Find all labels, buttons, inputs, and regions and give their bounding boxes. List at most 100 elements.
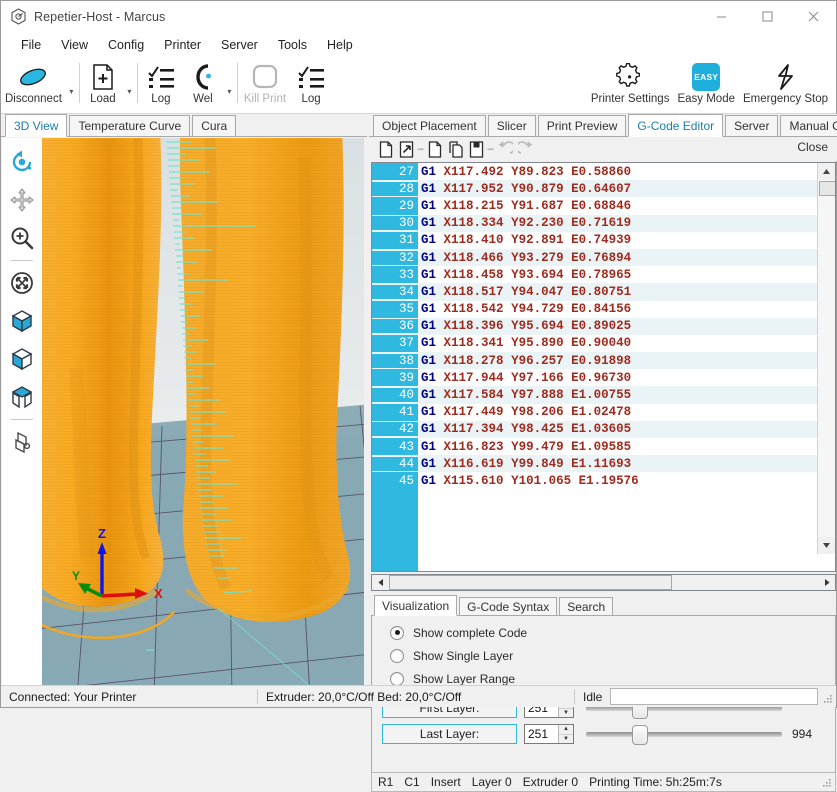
code-line[interactable]: 44G1 X116.619 Y99.849 E1.11693	[372, 455, 835, 472]
menu-item-view[interactable]: View	[51, 35, 98, 55]
undo-icon[interactable]	[494, 139, 515, 159]
printer-settings-button[interactable]: Printer Settings	[587, 57, 674, 110]
tab-object-placement[interactable]: Object Placement	[373, 115, 486, 136]
menu-item-server[interactable]: Server	[211, 35, 268, 55]
code-line[interactable]: 34G1 X118.517 Y94.047 E0.80751	[372, 283, 835, 300]
code-line[interactable]: 27G1 X117.492 Y89.823 E0.58860	[372, 163, 835, 180]
code-line[interactable]: 36G1 X118.396 Y95.694 E0.89025	[372, 318, 835, 335]
tab-slicer[interactable]: Slicer	[488, 115, 536, 136]
view-mode-solid-tool[interactable]	[5, 302, 39, 340]
code-line[interactable]: 40G1 X117.584 Y97.888 E1.00755	[372, 386, 835, 403]
radio-show-single-layer[interactable]: Show Single Layer	[372, 644, 835, 667]
log-button-1[interactable]: Log	[140, 57, 182, 110]
menu-item-help[interactable]: Help	[317, 35, 363, 55]
scroll-up-arrow[interactable]	[818, 163, 835, 180]
well-dropdown-arrow[interactable]: ▾	[224, 57, 235, 110]
tab-3d-view[interactable]: 3D View	[5, 114, 67, 137]
tab-print-preview[interactable]: Print Preview	[538, 115, 627, 136]
radio-show-complete-code[interactable]: Show complete Code	[372, 621, 835, 644]
tab-gcode-editor[interactable]: G-Code Editor	[628, 114, 723, 137]
code-line[interactable]: 38G1 X118.278 Y96.257 E0.91898	[372, 352, 835, 369]
last-layer-button[interactable]: Last Layer:	[382, 724, 517, 744]
copy-icon[interactable]	[445, 139, 466, 159]
menu-item-printer[interactable]: Printer	[154, 35, 211, 55]
code-lines-container[interactable]: 27G1 X117.492 Y89.823 E0.5886028G1 X117.…	[372, 163, 835, 571]
code-line[interactable]: 33G1 X118.458 Y93.694 E0.78965	[372, 266, 835, 283]
view-mode-transparent-tool[interactable]	[5, 423, 39, 461]
tab-search[interactable]: Search	[559, 597, 613, 616]
slider-thumb[interactable]	[632, 725, 648, 745]
easy-mode-button[interactable]: EASY Easy Mode	[673, 57, 739, 110]
menu-item-config[interactable]: Config	[98, 35, 154, 55]
code-line[interactable]: 31G1 X118.410 Y92.891 E0.74939	[372, 232, 835, 249]
redo-icon[interactable]	[515, 139, 536, 159]
fit-to-view-tool[interactable]	[5, 264, 39, 302]
scroll-right-arrow[interactable]	[819, 575, 835, 590]
emergency-stop-button[interactable]: Emergency Stop	[739, 57, 832, 110]
scroll-left-arrow[interactable]	[372, 575, 388, 590]
code-line[interactable]: 41G1 X117.449 Y98.206 E1.02478	[372, 404, 835, 421]
3d-viewport[interactable]: Z X Y	[42, 138, 364, 686]
rotate-view-tool[interactable]	[5, 143, 39, 181]
disconnect-dropdown-arrow[interactable]: ▾	[66, 57, 77, 110]
log-button-2[interactable]: Log	[290, 57, 332, 110]
menu-item-file[interactable]: File	[11, 35, 51, 55]
maximize-icon[interactable]	[744, 1, 790, 32]
open-external-icon[interactable]	[396, 139, 417, 159]
tab-temperature-curve[interactable]: Temperature Curve	[69, 115, 190, 136]
last-layer-spin-buttons[interactable]: ▲ ▼	[558, 725, 573, 743]
tab-visualization[interactable]: Visualization	[374, 595, 457, 616]
slider-track[interactable]	[586, 732, 782, 737]
tab-manual-control[interactable]: Manual Control	[780, 115, 837, 136]
last-layer-slider[interactable]	[586, 724, 782, 744]
code-line[interactable]: 30G1 X118.334 Y92.230 E0.71619	[372, 215, 835, 232]
load-dropdown-arrow[interactable]: ▾	[124, 57, 135, 110]
new-document-icon[interactable]	[424, 139, 445, 159]
last-layer-spin-up[interactable]: ▲	[559, 725, 573, 735]
code-line[interactable]: 35G1 X118.542 Y94.729 E0.84156	[372, 301, 835, 318]
new-file-icon[interactable]	[375, 139, 396, 159]
editor-horizontal-scrollbar[interactable]	[371, 574, 836, 591]
view-mode-edges-tool[interactable]	[5, 340, 39, 378]
code-line[interactable]: 37G1 X118.341 Y95.890 E0.90040	[372, 335, 835, 352]
hscrollbar-thumb[interactable]	[389, 575, 672, 590]
radio-button-indicator[interactable]	[390, 672, 404, 686]
resize-grip-icon[interactable]	[821, 777, 832, 788]
radio-button-indicator[interactable]	[390, 626, 404, 640]
radio-button-indicator[interactable]	[390, 649, 404, 663]
well-button[interactable]: Wel	[182, 57, 224, 110]
disconnect-button[interactable]: Disconnect	[1, 57, 66, 110]
gcode-text-editor[interactable]: 27G1 X117.492 Y89.823 E0.5886028G1 X117.…	[371, 162, 836, 572]
view-mode-open-tool[interactable]	[5, 378, 39, 416]
scroll-down-arrow[interactable]	[818, 537, 835, 554]
code-line[interactable]: 42G1 X117.394 Y98.425 E1.03605	[372, 421, 835, 438]
zoom-view-tool[interactable]	[5, 219, 39, 257]
load-button[interactable]: Load	[82, 57, 124, 110]
code-line[interactable]: 39G1 X117.944 Y97.166 E0.96730	[372, 369, 835, 386]
close-icon[interactable]	[790, 1, 836, 32]
last-layer-stepper[interactable]: 251 ▲ ▼	[524, 724, 574, 744]
scrollbar-thumb[interactable]	[819, 181, 836, 196]
scrollbar-track[interactable]	[818, 180, 835, 537]
code-line[interactable]: 28G1 X117.952 Y90.879 E0.64607	[372, 180, 835, 197]
minimize-icon[interactable]	[698, 1, 744, 32]
menu-item-tools[interactable]: Tools	[268, 35, 317, 55]
window-resize-grip-icon[interactable]	[822, 693, 833, 704]
last-layer-value[interactable]: 251	[525, 727, 558, 741]
code-line[interactable]: 43G1 X116.823 Y99.479 E1.09585	[372, 438, 835, 455]
tab-cura[interactable]: Cura	[192, 115, 236, 136]
move-view-tool[interactable]	[5, 181, 39, 219]
code-line[interactable]: 45G1 X115.610 Y101.065 E1.19576	[372, 472, 835, 489]
first-layer-spin-down[interactable]: ▼	[559, 709, 573, 718]
tab-server[interactable]: Server	[725, 115, 778, 136]
window-controls	[698, 1, 836, 32]
save-icon[interactable]	[466, 139, 487, 159]
code-line[interactable]: 32G1 X118.466 Y93.279 E0.76894	[372, 249, 835, 266]
close-editor-button[interactable]: Close	[797, 140, 828, 154]
status-column: C1	[404, 775, 419, 789]
tab-gcode-syntax[interactable]: G-Code Syntax	[459, 597, 557, 616]
editor-vertical-scrollbar[interactable]	[817, 163, 835, 554]
code-line[interactable]: 29G1 X118.215 Y91.687 E0.68846	[372, 197, 835, 214]
kill-print-button[interactable]: Kill Print	[240, 57, 290, 110]
last-layer-spin-down[interactable]: ▼	[559, 735, 573, 744]
